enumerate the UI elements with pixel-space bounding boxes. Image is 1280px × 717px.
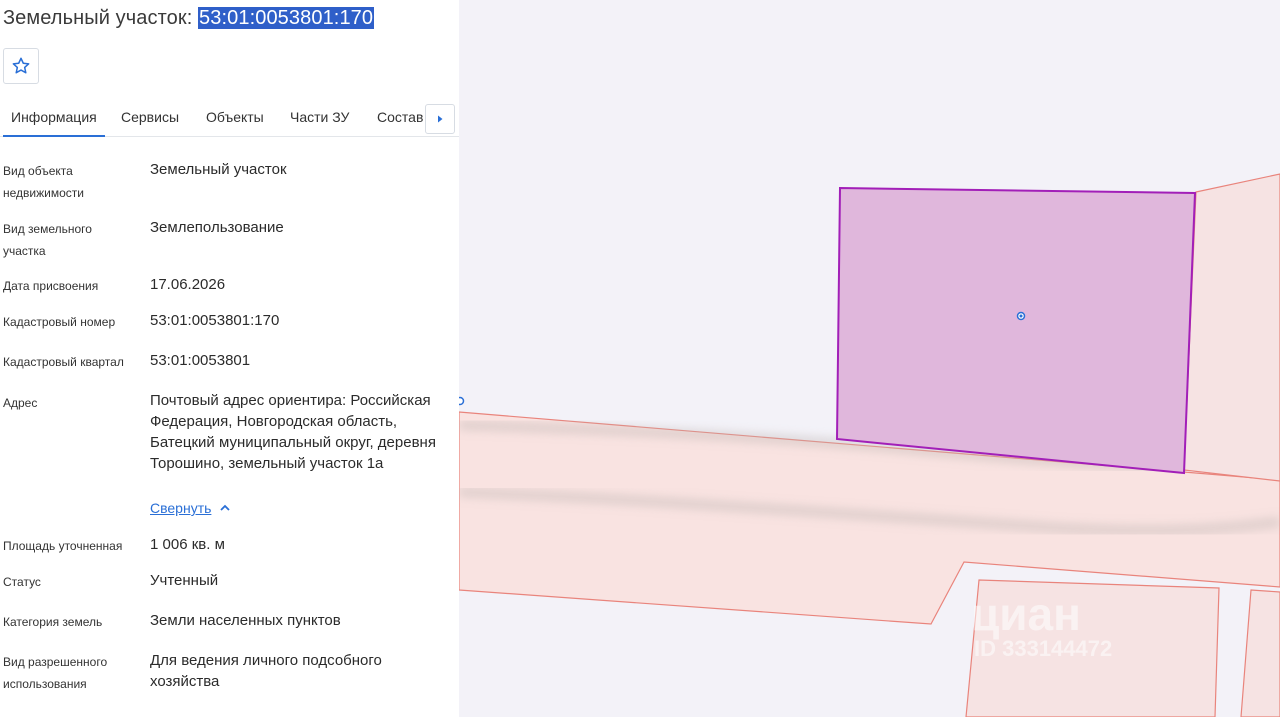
map-view[interactable]: циан ID 333144472 (459, 0, 1280, 717)
watermark-brand: циан (971, 588, 1081, 640)
caret-right-icon (438, 115, 443, 123)
map-edge-marker[interactable] (459, 396, 465, 406)
cadastral-block-value: 53:01:0053801 (150, 352, 251, 369)
address-value: Почтовый адрес ориентира: Российская Фед… (150, 392, 436, 472)
star-outline-icon (12, 57, 30, 74)
selected-parcel[interactable] (835, 186, 1197, 475)
object-type-label: Вид объекта недвижимости (3, 164, 84, 200)
area-label: Площадь уточненная (3, 539, 123, 553)
watermark-id: ID 333144472 (974, 636, 1112, 661)
chevron-up-icon[interactable] (218, 501, 232, 515)
map-canvas[interactable]: циан ID 333144472 (459, 0, 1280, 717)
tab-bar: Информация Сервисы Объекты Части ЗУ Сост… (0, 100, 459, 137)
page-title: Земельный участок: 53:01:0053801:170 (3, 7, 375, 30)
status-value: Учтенный (150, 572, 219, 589)
tab-information[interactable]: Информация (3, 109, 105, 137)
title-prefix: Земельный участок: (3, 7, 193, 29)
tab-composition[interactable]: Состав (377, 109, 423, 125)
date-label: Дата присвоения (3, 279, 99, 293)
date-value: 17.06.2026 (150, 276, 226, 293)
cadastral-block-label: Кадастровый квартал (3, 355, 124, 369)
tabs-next-button[interactable] (425, 104, 455, 134)
area-value: 1 006 кв. м (150, 536, 225, 553)
favorite-button[interactable] (3, 48, 39, 84)
tab-parts[interactable]: Части ЗУ (290, 109, 349, 125)
land-type-label: Вид земельного участка (3, 222, 92, 258)
category-value: Земли населенных пунктов (150, 612, 341, 629)
land-type-value: Землепользование (150, 219, 284, 236)
permitted-use-label: Вид разрешенного использования (3, 655, 108, 691)
tab-services[interactable]: Сервисы (121, 109, 179, 125)
title-cadastral-number[interactable]: 53:01:0053801:170 (198, 7, 375, 29)
object-type-value: Земельный участок (150, 161, 287, 178)
cadastral-number-label: Кадастровый номер (3, 315, 116, 329)
tab-objects[interactable]: Объекты (206, 109, 264, 125)
neighbor-parcel-right[interactable] (1183, 173, 1280, 482)
cadastral-number-value: 53:01:0053801:170 (150, 312, 280, 329)
status-label: Статус (3, 575, 41, 589)
permitted-use-value: Для ведения личного подсобного хозяйства (150, 652, 382, 690)
category-label: Категория земель (3, 615, 103, 629)
info-panel: Земельный участок: 53:01:0053801:170 Инф… (0, 0, 459, 717)
parcel-center-dot (1019, 314, 1023, 318)
address-label: Адрес (3, 396, 38, 410)
collapse-link[interactable]: Свернуть (150, 500, 211, 516)
